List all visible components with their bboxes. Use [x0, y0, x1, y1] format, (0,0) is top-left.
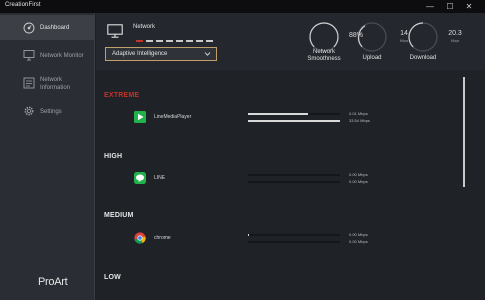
- upload-gauge: 14 Mbps: [356, 21, 408, 53]
- mode-dropdown-value: Adaptive Intelligence: [112, 51, 168, 57]
- download-speed: 0.00 Mbps: [349, 239, 368, 244]
- download-bar-fill: [248, 120, 340, 122]
- network-status-indicator: [136, 40, 213, 42]
- play-icon: [134, 111, 146, 123]
- upload-bar: [248, 113, 340, 115]
- download-gauge: 20.3 Mbps: [407, 21, 462, 53]
- upload-bar-fill: [248, 113, 308, 115]
- brand-logo: ProArt: [38, 276, 68, 288]
- sidebar-item-settings[interactable]: Settings: [0, 101, 95, 123]
- download-bar: [248, 120, 340, 122]
- app-name: LINE: [154, 175, 166, 181]
- sidebar-item-label: Network Information: [40, 77, 71, 91]
- download-bar: [248, 181, 340, 183]
- sidebar-item-label: Dashboard: [40, 25, 70, 31]
- upload-bar: [248, 234, 340, 236]
- sidebar-item-network-information[interactable]: Network Information: [0, 71, 95, 97]
- speedometer-icon: [23, 22, 35, 34]
- priority-header-extreme: EXTREME: [104, 92, 140, 99]
- sidebar-item-label: Settings: [40, 109, 62, 115]
- network-label: Network: [133, 24, 156, 30]
- upload-speed: 0.01 Mbps: [349, 111, 368, 116]
- sidebar-item-dashboard[interactable]: Dashboard: [0, 15, 95, 40]
- sidebar: Dashboard Network Monitor Network Inform…: [0, 13, 95, 300]
- mode-dropdown[interactable]: Adaptive Intelligence: [105, 47, 217, 61]
- maximize-button[interactable]: ☐: [444, 1, 456, 12]
- priority-header-high: HIGH: [104, 153, 123, 160]
- upload-bar: [248, 174, 340, 176]
- upload-speed: 0.00 Mbps: [349, 172, 368, 177]
- minimize-button[interactable]: —: [424, 1, 436, 12]
- network-info-icon: [23, 77, 35, 89]
- chrome-icon: [134, 232, 146, 244]
- monitor-icon: [23, 50, 35, 61]
- chevron-down-icon: [204, 52, 211, 56]
- network-header: Network Adaptive Intelligence 88% Networ…: [96, 13, 485, 70]
- smoothness-label: Network Smoothness: [307, 49, 341, 62]
- upload-bar-fill: [248, 234, 249, 236]
- download-bar: [248, 241, 340, 243]
- sidebar-item-label: Network Monitor: [40, 53, 84, 59]
- scrollbar-track[interactable]: [468, 70, 485, 300]
- upload-label: Upload: [362, 55, 382, 61]
- download-label: Download: [409, 55, 437, 61]
- download-speed: 33.54 Mbps: [349, 118, 370, 123]
- computer-icon: [107, 24, 123, 38]
- close-button[interactable]: ✕: [463, 1, 475, 12]
- list-item[interactable]: LineMediaPlayer 0.01 Mbps 33.54 Mbps: [134, 110, 374, 126]
- upload-speed: 0.00 Mbps: [349, 232, 368, 237]
- priority-header-medium: MEDIUM: [104, 212, 134, 219]
- download-value: 20.3: [448, 30, 462, 37]
- list-item[interactable]: chrome 0.00 Mbps 0.00 Mbps: [134, 231, 374, 247]
- app-name: chrome: [154, 235, 171, 241]
- download-unit: Mbps: [450, 39, 460, 43]
- gear-icon: [24, 106, 34, 116]
- window-title: CreationFirst: [5, 2, 41, 8]
- app-name: LineMediaPlayer: [154, 114, 192, 120]
- title-bar: CreationFirst — ☐ ✕: [0, 0, 485, 13]
- sidebar-item-network-monitor[interactable]: Network Monitor: [0, 45, 95, 67]
- line-chat-icon: [134, 172, 146, 184]
- priority-header-low: LOW: [104, 274, 121, 281]
- download-speed: 0.00 Mbps: [349, 179, 368, 184]
- list-item[interactable]: LINE 0.00 Mbps 0.00 Mbps: [134, 171, 374, 187]
- scrollbar-thumb[interactable]: [463, 77, 465, 187]
